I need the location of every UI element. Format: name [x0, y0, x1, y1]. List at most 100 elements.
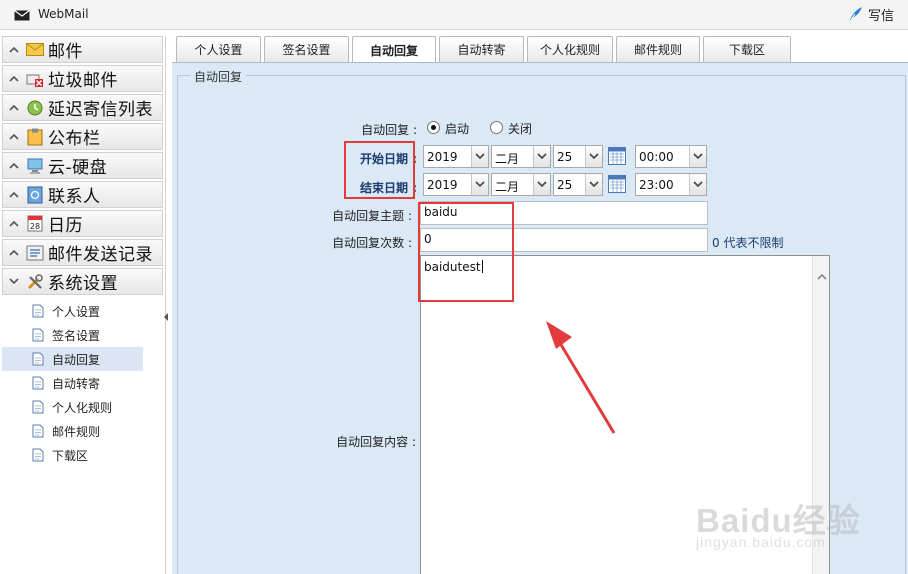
select-value: 2019	[427, 150, 458, 164]
sidebar-item-cloud-drive[interactable]: 云-硬盘	[2, 152, 163, 179]
computer-icon	[27, 158, 43, 174]
subnav-mail-rules[interactable]: 邮件规则	[2, 419, 163, 443]
disable-radio[interactable]	[490, 121, 503, 134]
count-hint: 0 代表不限制	[712, 236, 784, 250]
calendar-picker-icon[interactable]	[608, 175, 626, 193]
envelope-icon	[26, 43, 44, 56]
count-input[interactable]: 0	[420, 228, 708, 252]
settings-subnav: 个人设置 签名设置 自动回复 自动转寄 个人化规则 邮件规则 下载区	[2, 297, 163, 467]
subnav-auto-forward[interactable]: 自动转寄	[2, 371, 163, 395]
subnav-label: 邮件规则	[52, 424, 101, 439]
document-icon	[32, 304, 44, 318]
tab-downloads[interactable]: 下载区	[703, 36, 791, 62]
sidebar-item-mail[interactable]: 邮件	[2, 36, 163, 63]
end-day-select[interactable]: 25	[553, 173, 603, 196]
sidebar-item-label: 垃圾邮件	[48, 71, 118, 91]
subnav-personal-rules[interactable]: 个人化规则	[2, 395, 163, 419]
end-month-select[interactable]: 二月	[491, 173, 551, 196]
content-label: 自动回复内容 :	[336, 435, 416, 449]
chevron-down-icon	[693, 153, 703, 160]
document-icon	[32, 400, 44, 414]
sidebar-item-label: 云-硬盘	[48, 158, 108, 178]
disable-label: 关闭	[508, 122, 533, 136]
sidebar-item-contacts[interactable]: 联系人	[2, 181, 163, 208]
settings-tabs: 个人设置 签名设置 自动回复 自动转寄 个人化规则 邮件规则 下载区	[176, 36, 794, 63]
subnav-label: 个人化规则	[52, 400, 113, 415]
tab-personal-rules[interactable]: 个人化规则	[527, 36, 613, 62]
tab-label: 个人化规则	[539, 43, 600, 57]
end-year-select[interactable]: 2019	[423, 173, 489, 196]
subnav-downloads[interactable]: 下载区	[2, 443, 163, 467]
tab-signature-settings[interactable]: 签名设置	[264, 36, 349, 62]
tab-label: 个人设置	[194, 43, 243, 57]
tab-personal-settings[interactable]: 个人设置	[176, 36, 261, 62]
tab-auto-forward[interactable]: 自动转寄	[439, 36, 524, 62]
select-value: 二月	[495, 152, 520, 166]
end-time-select[interactable]: 23:00	[635, 173, 707, 196]
tab-mail-rules[interactable]: 邮件规则	[616, 36, 700, 62]
subnav-personal-settings[interactable]: 个人设置	[2, 299, 163, 323]
chevron-up-icon	[9, 104, 19, 111]
mail-icon	[14, 10, 30, 21]
subnav-auto-reply[interactable]: 自动回复	[2, 347, 143, 371]
tools-icon	[27, 273, 43, 289]
compose-label: 写信	[867, 9, 894, 24]
select-value: 25	[557, 178, 573, 192]
content-value: baidutest	[424, 260, 481, 274]
start-month-select[interactable]: 二月	[491, 145, 551, 168]
sidebar-item-delayed[interactable]: 延迟寄信列表	[2, 94, 163, 121]
calendar-icon: 28	[27, 215, 43, 232]
watermark-sub: jingyan.baidu.com	[696, 534, 826, 550]
sidebar-item-spam[interactable]: 垃圾邮件	[2, 65, 163, 92]
text-caret	[481, 260, 483, 273]
subject-label: 自动回复主题 :	[332, 209, 412, 223]
tab-label: 自动转寄	[457, 43, 506, 57]
contacts-icon	[27, 186, 43, 203]
document-icon	[32, 448, 44, 462]
start-time-select[interactable]: 00:00	[635, 145, 707, 168]
select-value: 二月	[495, 180, 520, 194]
top-bar: WebMail 写信	[0, 0, 908, 30]
subnav-label: 自动转寄	[52, 376, 101, 391]
chevron-down-icon	[589, 153, 599, 160]
end-date-label: 结束日期 :	[360, 181, 417, 195]
trash-mail-icon	[26, 74, 43, 87]
tab-auto-reply[interactable]: 自动回复	[352, 36, 436, 63]
chevron-down-icon	[693, 181, 703, 188]
calendar-picker-icon[interactable]	[608, 147, 626, 165]
chevron-up-icon[interactable]	[816, 273, 827, 280]
content-text: baidutest	[424, 260, 483, 274]
sidebar-item-bulletin[interactable]: 公布栏	[2, 123, 163, 150]
auto-reply-label: 自动回复 :	[361, 123, 417, 137]
sidebar-item-label: 邮件	[48, 42, 83, 62]
sidebar-item-label: 联系人	[48, 187, 101, 207]
chevron-up-icon	[9, 220, 19, 227]
fieldset-legend: 自动回复	[190, 68, 247, 85]
chevron-down-icon	[9, 278, 19, 285]
annotation-arrow-icon	[546, 321, 616, 434]
compose-button[interactable]: 写信	[846, 5, 894, 24]
sidebar-item-calendar[interactable]: 28 日历	[2, 210, 163, 237]
enable-radio[interactable]	[427, 121, 440, 134]
tab-label: 邮件规则	[633, 43, 682, 57]
start-day-select[interactable]: 25	[553, 145, 603, 168]
tab-label: 自动回复	[369, 43, 418, 58]
chevron-down-icon	[537, 181, 547, 188]
sidebar-item-label: 延迟寄信列表	[48, 100, 153, 120]
select-value: 23:00	[639, 178, 674, 192]
sidebar-item-label: 系统设置	[48, 274, 118, 294]
chevron-down-icon	[475, 181, 485, 188]
sidebar-item-system-settings[interactable]: 系统设置	[2, 268, 163, 295]
sidebar: 邮件 垃圾邮件 延迟寄信列表 公布栏 云-硬盘 联系人 28 日历 邮件发送记录	[0, 36, 166, 574]
tab-label: 签名设置	[282, 43, 331, 57]
collapse-sidebar-icon[interactable]	[164, 312, 168, 322]
start-year-select[interactable]: 2019	[423, 145, 489, 168]
subnav-label: 签名设置	[52, 328, 101, 343]
enable-label: 启动	[445, 122, 470, 136]
document-icon	[32, 424, 44, 438]
clock-icon	[27, 100, 43, 115]
log-icon	[26, 245, 44, 260]
subject-input[interactable]: baidu	[420, 201, 708, 225]
sidebar-item-send-log[interactable]: 邮件发送记录	[2, 239, 163, 266]
subnav-signature-settings[interactable]: 签名设置	[2, 323, 163, 347]
